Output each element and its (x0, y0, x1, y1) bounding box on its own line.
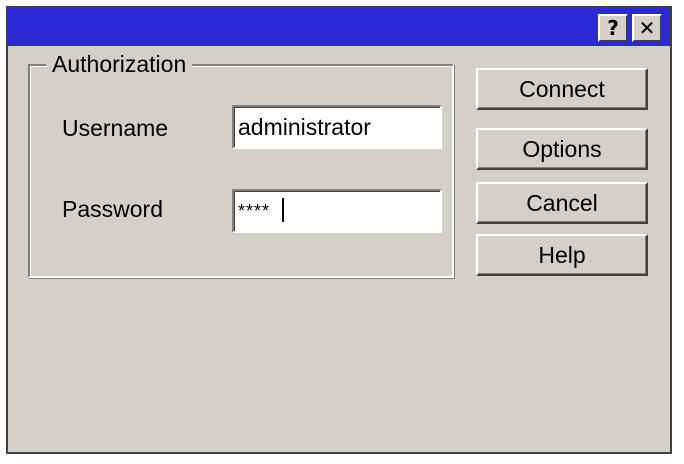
title-bar: ? ✕ (8, 8, 670, 46)
cancel-button[interactable]: Cancel (476, 182, 648, 224)
password-input[interactable] (232, 189, 442, 233)
username-label: Username (62, 115, 169, 141)
help-button[interactable]: Help (476, 234, 648, 276)
close-icon[interactable]: ✕ (632, 14, 662, 42)
connect-button[interactable]: Connect (476, 68, 648, 110)
options-button[interactable]: Options (476, 128, 648, 170)
text-caret (282, 198, 284, 222)
password-label: Password (62, 196, 163, 222)
authorization-groupbox (28, 64, 454, 278)
help-question-icon[interactable]: ? (598, 14, 628, 42)
username-input[interactable] (232, 105, 442, 149)
authorization-group-label: Authorization (46, 50, 193, 78)
